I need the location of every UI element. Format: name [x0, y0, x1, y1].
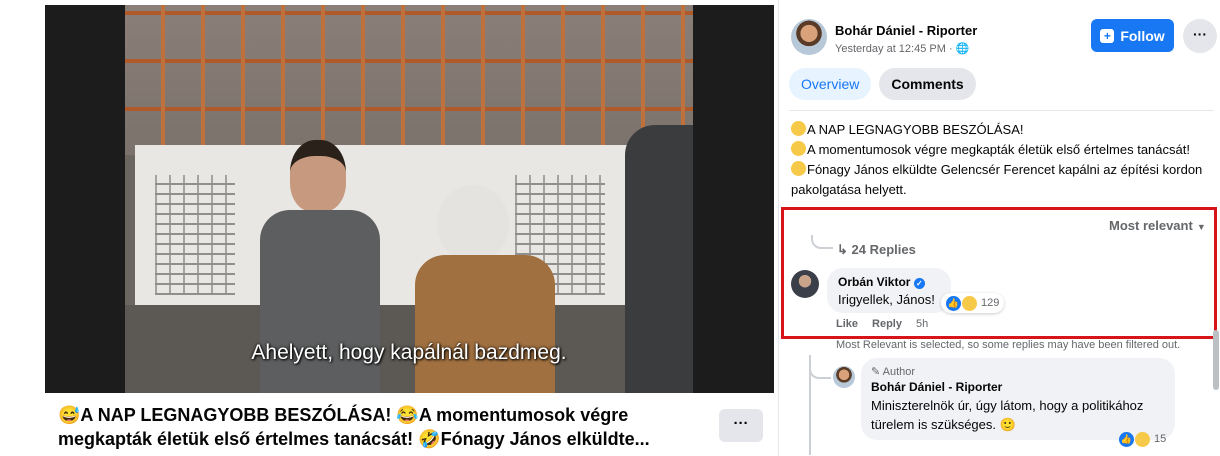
- building-sketch: [155, 175, 235, 295]
- facebook-post-viewer: Ahelyett, hogy kapálnál bazdmeg. 😅A NAP …: [0, 0, 1220, 456]
- post-tabs: Overview Comments: [789, 68, 976, 100]
- like-reaction-icon: 👍: [1119, 431, 1134, 447]
- tab-overview[interactable]: Overview: [789, 68, 872, 100]
- rofl-emoji-icon: [791, 161, 806, 176]
- reply-reactions[interactable]: 👍 15: [1119, 431, 1166, 447]
- reply-author-name[interactable]: Bohár Dániel - Riporter: [871, 380, 1165, 394]
- post-details-pane: Bohár Dániel - Riporter Yesterday at 12:…: [778, 0, 1220, 456]
- post-line-3: Fónagy János elküldte Gelencsér Ferencet…: [791, 162, 1203, 197]
- divider: [789, 110, 1214, 111]
- post-title: 😅A NAP LEGNAGYOBB BESZÓLÁSA! 😂A momentum…: [58, 405, 650, 449]
- more-options-button[interactable]: ···: [719, 409, 763, 442]
- author-badge: ✎ Author: [871, 366, 916, 378]
- tab-comments[interactable]: Comments: [879, 68, 976, 100]
- follow-label: Follow: [1120, 27, 1165, 44]
- post-timestamp[interactable]: Yesterday at 12:45 PM · 🌐: [835, 42, 969, 55]
- haha-reaction-icon: [1135, 431, 1150, 447]
- video-subtitle: Ahelyett, hogy kapálnál bazdmeg.: [251, 341, 567, 364]
- grin-sweat-emoji-icon: [791, 121, 806, 136]
- video-player[interactable]: Ahelyett, hogy kapálnál bazdmeg.: [45, 5, 774, 393]
- follow-plus-icon: +: [1100, 28, 1115, 43]
- thread-connector: [809, 355, 831, 379]
- reply-reaction-count: 15: [1154, 433, 1167, 445]
- post-body: A NAP LEGNAGYOBB BESZÓLÁSA! A momentumos…: [791, 120, 1217, 200]
- joy-emoji-icon: [791, 141, 806, 156]
- post-line-1: A NAP LEGNAGYOBB BESZÓLÁSA!: [807, 122, 1024, 137]
- reply-text: Miniszterelnök úr, úgy látom, hogy a pol…: [871, 398, 1144, 432]
- author-name[interactable]: Bohár Dániel - Riporter: [835, 23, 977, 38]
- scrollbar[interactable]: [1213, 330, 1219, 390]
- reply-author-avatar[interactable]: [833, 366, 855, 388]
- more-options-icon[interactable]: ···: [1183, 19, 1217, 53]
- filter-note: Most Relevant is selected, so some repli…: [836, 339, 1181, 351]
- post-line-2: A momentumosok végre megkapták életük el…: [807, 142, 1190, 157]
- media-pane: Ahelyett, hogy kapálnál bazdmeg. 😅A NAP …: [0, 0, 778, 456]
- video-frame[interactable]: Ahelyett, hogy kapálnál bazdmeg.: [125, 5, 693, 393]
- highlight-annotation: [781, 207, 1217, 339]
- author-avatar[interactable]: [791, 19, 827, 55]
- follow-button[interactable]: + Follow: [1091, 19, 1174, 52]
- scaffolding-background: [125, 5, 693, 155]
